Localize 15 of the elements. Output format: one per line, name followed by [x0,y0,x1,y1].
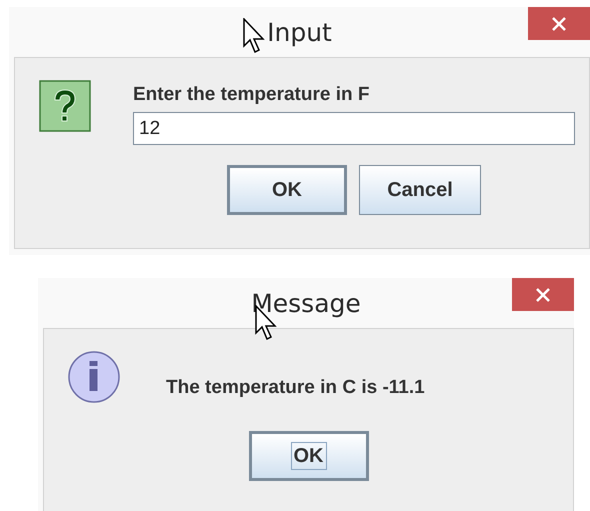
message-text: The temperature in C is -11.1 [166,377,425,399]
ok-button[interactable]: OK [248,431,368,481]
cursor-icon [243,18,267,54]
info-icon [68,351,122,405]
input-field[interactable]: 12 [133,112,575,145]
close-icon [551,16,567,32]
ok-button[interactable]: OK [227,165,347,215]
close-button[interactable] [528,7,590,40]
window-title: Message [251,288,361,318]
cancel-button[interactable]: Cancel [359,165,481,215]
window-title: Input [267,18,332,46]
close-icon [535,286,551,302]
prompt-label: Enter the temperature in F [133,84,370,106]
close-button[interactable] [512,278,574,311]
question-icon [39,80,93,134]
